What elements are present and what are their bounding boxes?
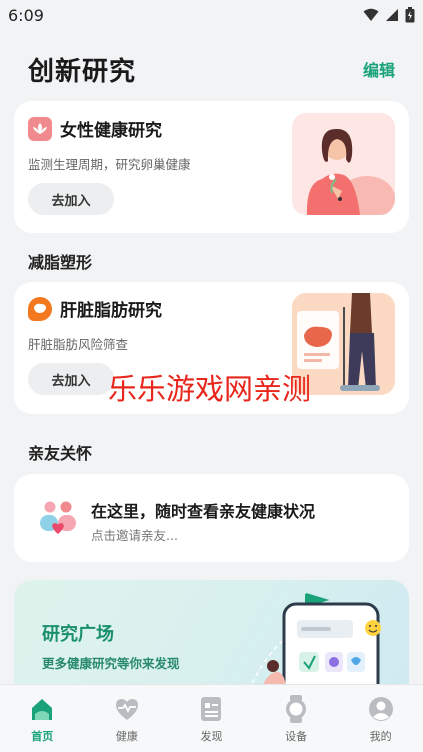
edit-button[interactable]: 编辑 — [363, 57, 395, 81]
card-title: 肝脏脂肪研究 — [60, 301, 162, 321]
family-icon — [38, 498, 78, 538]
wifi-icon — [363, 8, 379, 21]
tab-label: 首页 — [31, 730, 54, 743]
join-button[interactable]: 去加入 — [28, 363, 114, 395]
tab-discover[interactable]: 发现 — [181, 695, 241, 744]
tab-label: 健康 — [115, 730, 138, 743]
tab-label: 发现 — [200, 730, 223, 743]
family-title: 在这里，随时查看亲友健康状况 — [91, 502, 316, 521]
battery-icon — [405, 7, 415, 23]
section-title-fat: 减脂塑形 — [28, 253, 93, 272]
home-icon — [28, 695, 56, 723]
watch-icon — [282, 695, 310, 723]
page-title: 创新研究 — [28, 56, 137, 87]
header: 创新研究 编辑 — [0, 30, 423, 94]
family-care-card[interactable]: 在这里，随时查看亲友健康状况 点击邀请亲友... — [14, 474, 409, 562]
tab-health[interactable]: 健康 — [97, 695, 157, 744]
tab-home[interactable]: 首页 — [12, 695, 72, 744]
watermark-text: 乐乐游戏网亲测 — [108, 372, 312, 406]
women-health-card[interactable]: 女性健康研究 监测生理周期，研究卵巢健康 去加入 — [14, 101, 409, 233]
discover-icon — [197, 695, 225, 723]
join-button[interactable]: 去加入 — [28, 183, 114, 215]
women-health-illustration — [292, 113, 395, 215]
tab-me[interactable]: 我的 — [351, 695, 411, 744]
profile-icon — [367, 695, 395, 723]
card-subtitle: 监测生理周期，研究卵巢健康 — [28, 157, 191, 172]
card-subtitle: 肝脏脂肪风险筛查 — [28, 337, 129, 352]
tab-label: 设备 — [285, 730, 308, 743]
card-title: 女性健康研究 — [60, 121, 162, 141]
tab-device[interactable]: 设备 — [266, 695, 326, 744]
section-title-family: 亲友关怀 — [28, 444, 93, 463]
plaza-illustration — [248, 593, 381, 700]
family-invite-link[interactable]: 点击邀请亲友... — [91, 525, 178, 544]
liver-icon — [28, 296, 52, 321]
signal-icon — [386, 9, 398, 21]
status-icons — [363, 7, 415, 23]
plaza-title: 研究广场 — [42, 624, 114, 645]
status-time: 6:09 — [8, 5, 44, 25]
bottom-tab-bar: 首页 健康 发现 设备 我的 — [0, 684, 423, 752]
plaza-subtitle: 更多健康研究等你来发现 — [42, 656, 180, 671]
heart-pulse-icon — [113, 695, 141, 723]
research-plaza-banner[interactable]: 研究广场 更多健康研究等你来发现 — [14, 580, 409, 700]
lotus-icon — [28, 116, 52, 141]
tab-label: 我的 — [369, 730, 392, 743]
status-bar: 6:09 — [0, 0, 423, 30]
